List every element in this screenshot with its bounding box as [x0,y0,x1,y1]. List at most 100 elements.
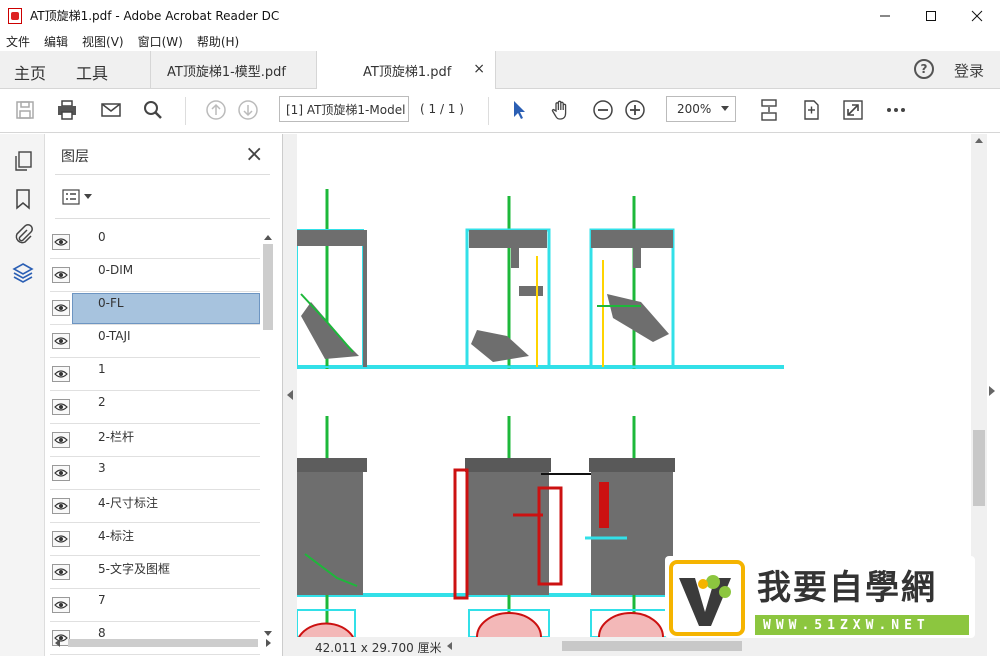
layer-name: 4-标注 [98,529,134,543]
layer-row[interactable]: 0 [50,226,260,259]
email-button[interactable] [98,97,124,123]
eye-visibility-icon[interactable] [52,234,70,250]
next-page-button[interactable] [235,97,261,123]
layer-row[interactable]: 3 [50,457,260,490]
arrow-up-circle-icon [206,100,226,120]
status-bar: 42.011 x 29.700 厘米 [297,637,971,656]
scroll-left-icon[interactable] [447,642,452,650]
pages-icon [15,151,32,171]
select-tool-button[interactable] [506,97,532,123]
page-rotate-icon [804,100,819,120]
attachments-button[interactable] [10,222,36,248]
print-button[interactable] [54,97,80,123]
acrobat-app-icon [8,7,22,24]
eye-visibility-icon[interactable] [52,267,70,283]
page-thumbnails-button[interactable] [10,148,36,174]
layers-icon [12,263,34,283]
zoom-select[interactable]: 200% [666,96,736,122]
menu-view[interactable]: 视图(V) [82,33,124,50]
eye-visibility-icon[interactable] [52,465,70,481]
layer-row[interactable]: 4-标注 [50,523,260,556]
menu-file[interactable]: 文件 [6,33,30,50]
list-options-icon [62,189,80,205]
scroll-left-icon [55,639,60,647]
bookmark-icon [16,189,30,210]
envelope-icon [101,103,121,117]
layer-row[interactable]: 7 [50,589,260,622]
document-scroll-thumb[interactable] [973,430,985,506]
cursor-arrow-icon [514,101,525,119]
save-icon [16,101,34,119]
watermark-logo [669,560,745,636]
layers-panel: 图层 × 0 0-DIM 0-FL 0-TAJI 1 2 2-栏杆 3 4-尺寸标注 4-标注 5-… [45,134,283,656]
more-horizontal-icon [887,108,905,112]
home-tab[interactable]: 主页 [14,60,46,84]
layer-row[interactable]: 0-DIM [50,259,260,292]
fit-page-button[interactable] [756,97,782,123]
layer-name: 0-DIM [98,263,134,277]
tab-model-pdf[interactable]: AT顶旋梯1-模型.pdf [150,51,316,89]
layer-name: 2 [98,395,106,409]
eye-visibility-icon[interactable] [52,300,70,316]
layer-name: 7 [98,593,106,607]
eye-visibility-icon[interactable] [52,498,70,514]
eye-visibility-icon[interactable] [52,531,70,547]
close-window-button[interactable] [954,0,1000,31]
help-icon[interactable]: ? [914,59,934,79]
search-button[interactable] [140,97,166,123]
more-tools-button[interactable] [883,97,909,123]
tab-bar: 主页 工具 AT顶旋梯1-模型.pdf AT顶旋梯1.pdf × ? 登录 [0,51,1000,90]
collapse-left-icon [287,390,293,400]
watermark: 我要自學網 WWW.51ZXW.NET [665,556,975,638]
layer-row[interactable]: 0-FL [50,292,260,325]
document-hscroll-thumb[interactable] [562,641,742,651]
layer-row[interactable]: 4-尺寸标注 [50,490,260,523]
bookmarks-button[interactable] [10,186,36,212]
hand-icon [551,100,567,120]
save-button[interactable] [12,97,38,123]
close-panel-icon[interactable]: × [245,142,263,167]
zoom-out-button[interactable] [590,97,616,123]
layer-row[interactable]: 1 [50,358,260,391]
toolbar-divider [185,97,186,125]
tools-tab[interactable]: 工具 [76,60,108,84]
tab-active-pdf[interactable]: AT顶旋梯1.pdf × [316,51,496,90]
eye-visibility-icon[interactable] [52,597,70,613]
maximize-button[interactable] [908,0,954,31]
eye-visibility-icon[interactable] [52,564,70,580]
layer-row[interactable]: 2 [50,391,260,424]
layer-name: 1 [98,362,106,376]
zoom-in-button[interactable] [622,97,648,123]
layer-options-button[interactable] [62,186,96,208]
close-tab-icon[interactable]: × [473,61,485,77]
panel-vertical-scrollbar[interactable] [261,235,275,636]
tab-label: AT顶旋梯1-模型.pdf [167,64,286,80]
panel-horizontal-scrollbar[interactable] [50,636,275,650]
rotate-view-button[interactable] [798,97,824,123]
minimize-button[interactable] [862,0,908,31]
menu-edit[interactable]: 编辑 [44,33,68,50]
scroll-up-icon [264,235,272,240]
eye-visibility-icon[interactable] [52,333,70,349]
panel-hscroll-thumb[interactable] [68,639,258,647]
eye-visibility-icon[interactable] [52,432,70,448]
previous-page-button[interactable] [203,97,229,123]
login-button[interactable]: 登录 [954,60,984,81]
layers-button[interactable] [10,260,36,286]
expand-right-pane-icon[interactable] [989,386,995,396]
layer-row[interactable]: 5-文字及图框 [50,556,260,589]
panel-scroll-thumb[interactable] [263,244,273,330]
layer-row[interactable]: 0-TAJI [50,325,260,358]
menu-window[interactable]: 窗口(W) [138,33,183,50]
panel-collapse-handle[interactable] [283,134,297,656]
minimize-icon [880,15,890,16]
paperclip-icon [15,224,33,244]
full-screen-button[interactable] [840,97,866,123]
window-title: AT顶旋梯1.pdf - Adobe Acrobat Reader DC [30,9,280,23]
page-number-input[interactable]: [1] AT顶旋梯1-Model [279,96,409,122]
eye-visibility-icon[interactable] [52,366,70,382]
hand-tool-button[interactable] [548,97,574,123]
eye-visibility-icon[interactable] [52,399,70,415]
menu-help[interactable]: 帮助(H) [197,33,239,50]
layer-row[interactable]: 2-栏杆 [50,424,260,457]
